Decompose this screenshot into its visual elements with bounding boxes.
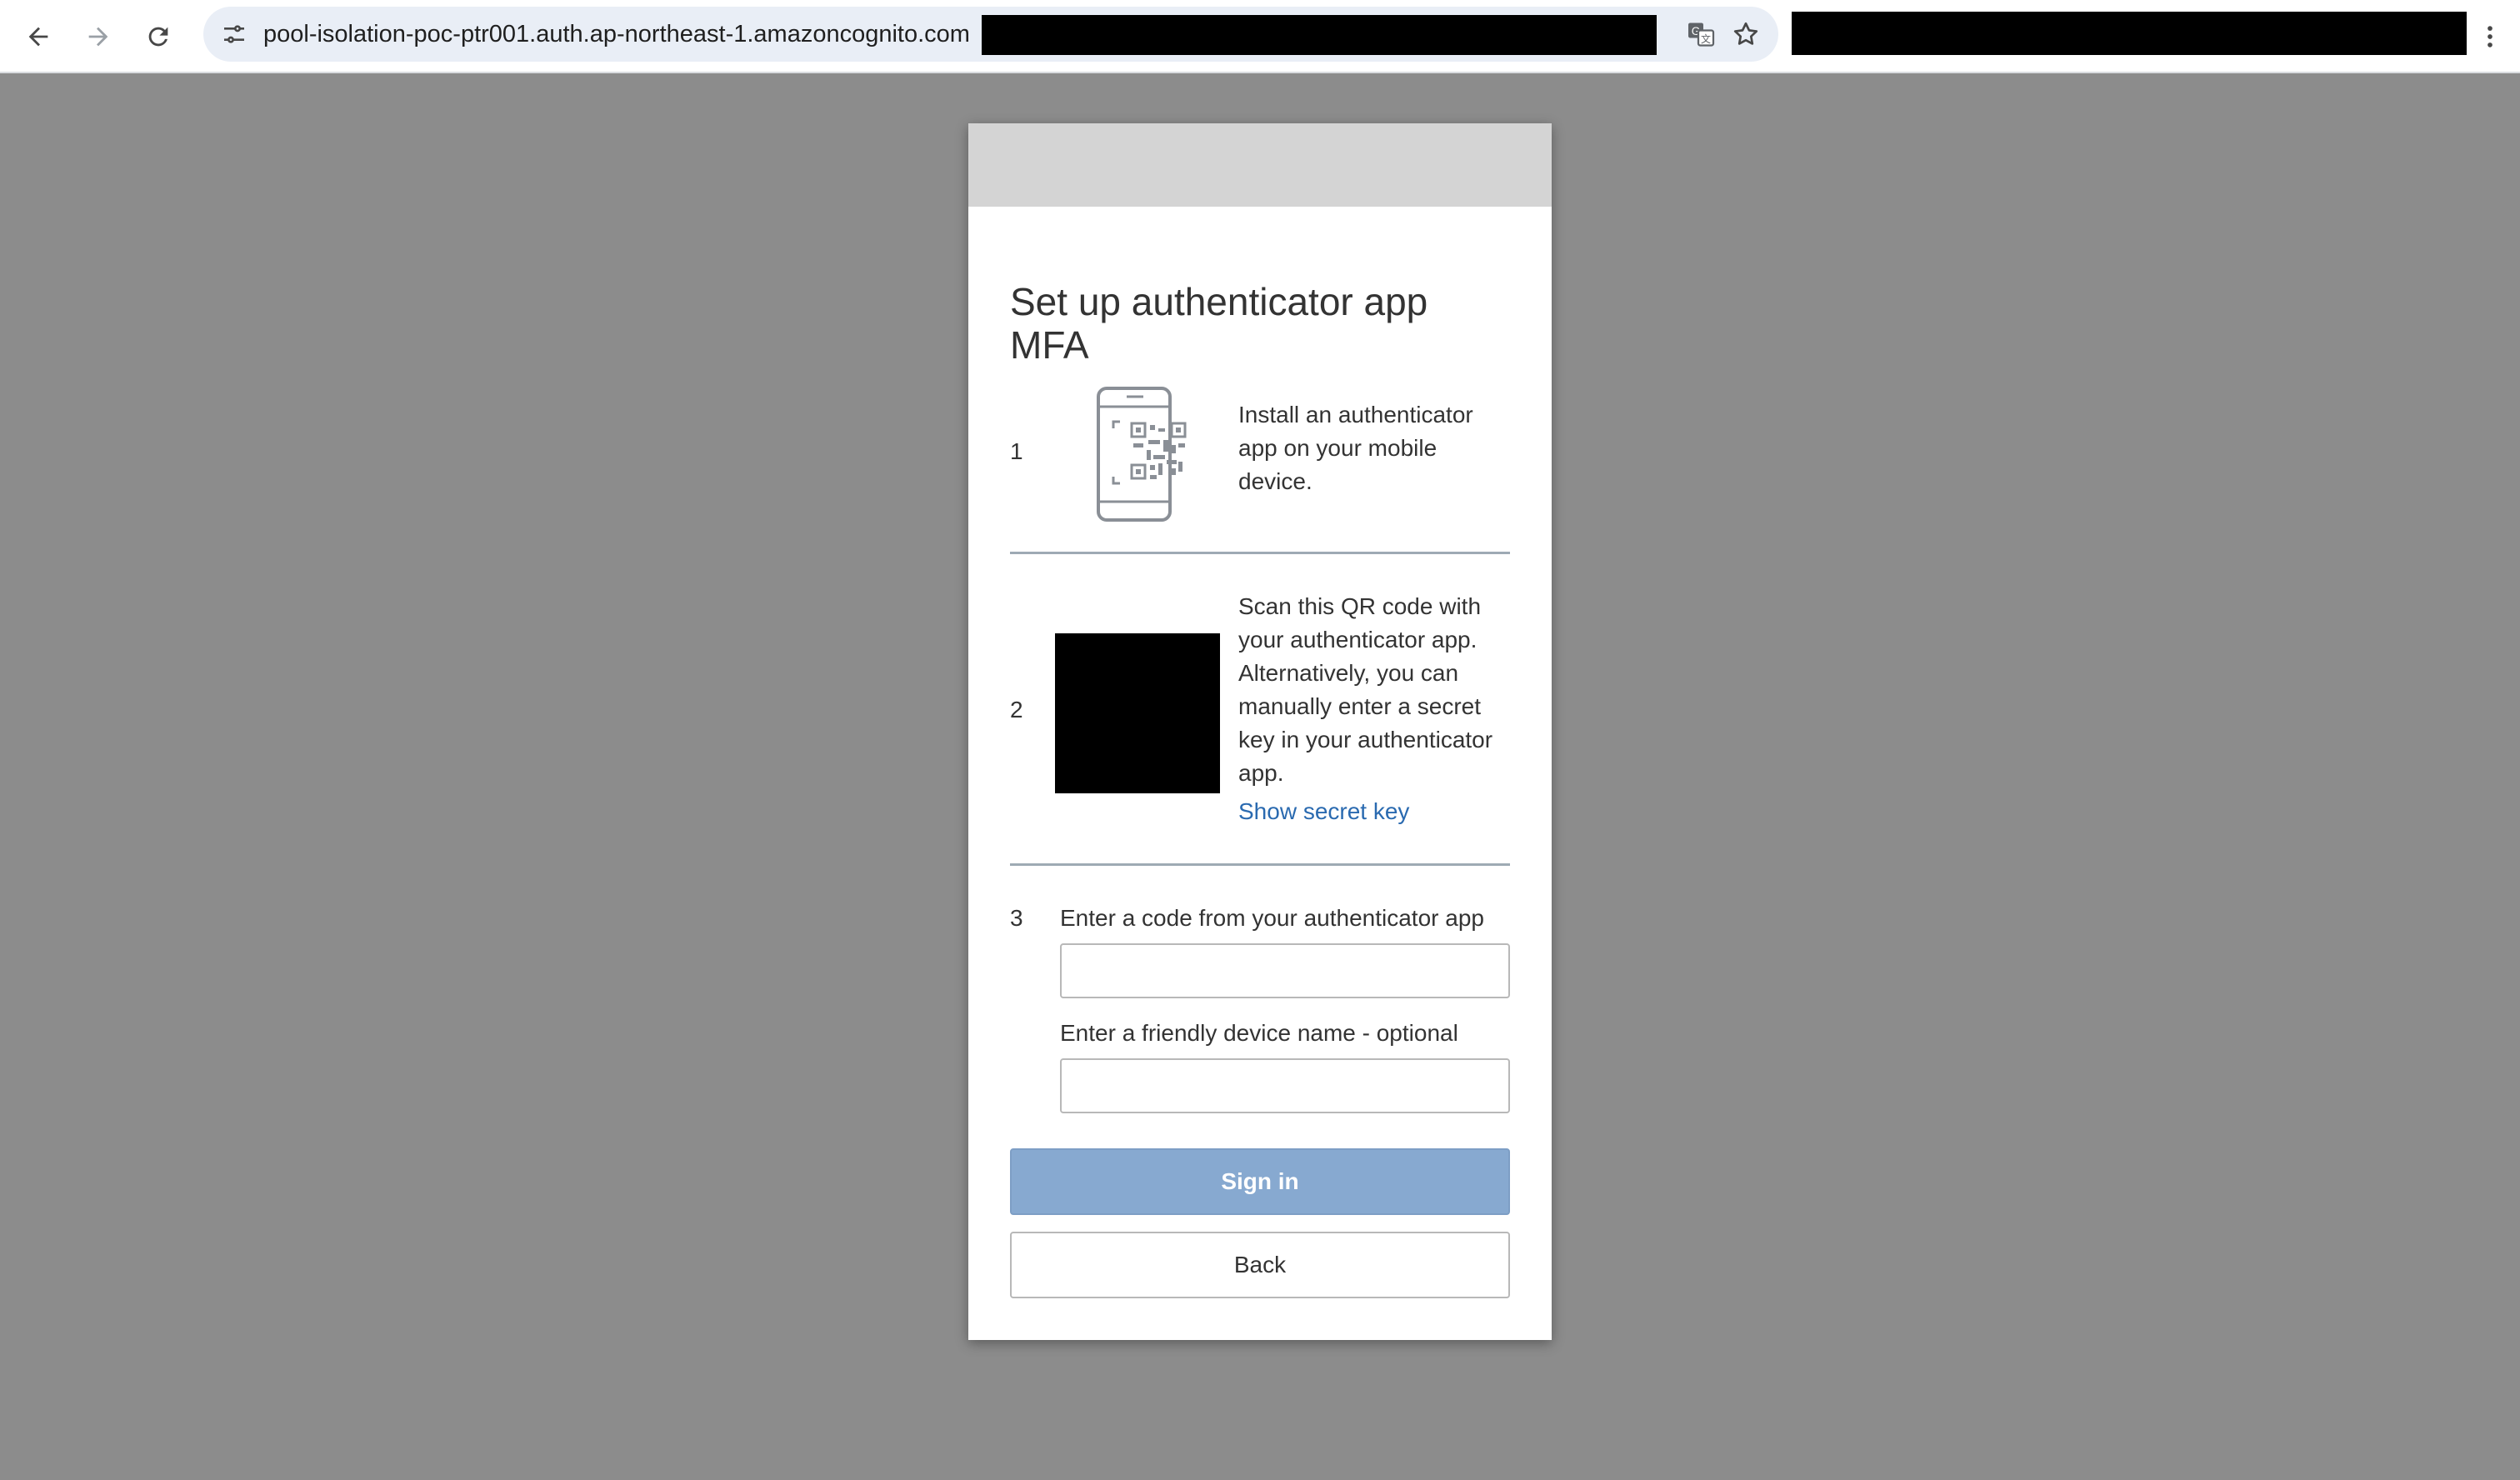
- forward-button[interactable]: [75, 13, 122, 60]
- arrow-left-icon: [28, 27, 48, 47]
- star-icon: [1733, 22, 1758, 45]
- reload-icon: [148, 27, 168, 47]
- device-name-input[interactable]: [1060, 1058, 1510, 1113]
- translate-button[interactable]: G 文: [1680, 13, 1722, 55]
- site-info-button[interactable]: [213, 13, 255, 55]
- step-divider: [1010, 863, 1510, 866]
- back-button[interactable]: [15, 13, 62, 60]
- step-2-text: Scan this QR code with your authenticato…: [1238, 593, 1493, 786]
- browser-toolbar: pool-isolation-poc-ptr001.auth.ap-northe…: [0, 0, 2520, 73]
- step-1-number: 1: [1010, 438, 1023, 464]
- browser-menu-button[interactable]: [2467, 13, 2513, 60]
- card-banner: [968, 123, 1552, 207]
- code-field-label: Enter a code from your authenticator app: [1060, 905, 1484, 931]
- back-link-button[interactable]: Back: [1010, 1232, 1510, 1298]
- page-title: Set up authenticator app MFA: [1010, 280, 1428, 367]
- translate-icon: G 文: [1688, 22, 1715, 47]
- show-secret-key-link[interactable]: Show secret key: [1238, 798, 1409, 825]
- code-input[interactable]: [1060, 943, 1510, 998]
- device-name-label: Enter a friendly device name - optional: [1060, 1020, 1458, 1046]
- tune-icon: [224, 25, 244, 43]
- mfa-setup-card: Set up authenticator app MFA 1 Install a…: [968, 123, 1552, 1340]
- phone-qr-icon: [1097, 387, 1187, 522]
- svg-text:文: 文: [1701, 32, 1711, 45]
- bookmark-button[interactable]: [1725, 13, 1767, 55]
- redacted-region: [982, 15, 1657, 55]
- step-divider: [1010, 552, 1510, 554]
- step-1-text: Install an authenticator app on your mob…: [1238, 402, 1473, 494]
- step-3-number: 3: [1010, 905, 1023, 931]
- address-bar[interactable]: pool-isolation-poc-ptr001.auth.ap-northe…: [203, 7, 1778, 62]
- redacted-region: [1792, 12, 2467, 55]
- qr-code-image: [1055, 633, 1220, 793]
- step-2-number: 2: [1010, 697, 1023, 722]
- kebab-menu-icon: [2488, 26, 2492, 48]
- arrow-right-icon: [88, 27, 108, 47]
- reload-button[interactable]: [135, 13, 182, 60]
- sign-in-button[interactable]: Sign in: [1010, 1148, 1510, 1215]
